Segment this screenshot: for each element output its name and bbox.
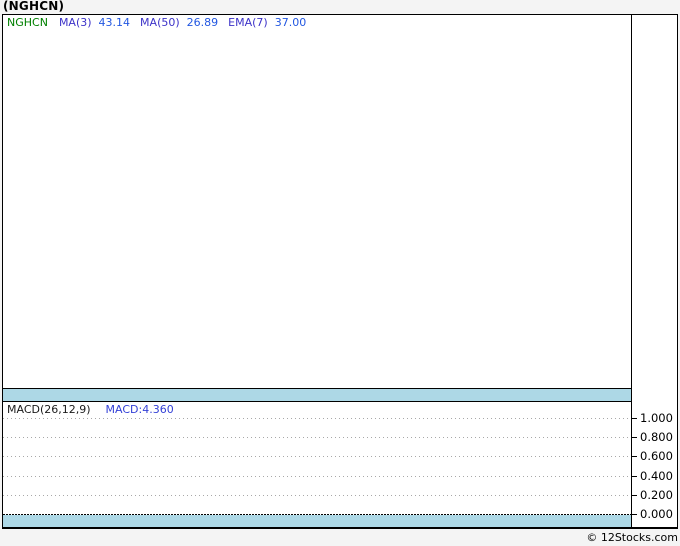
macd-bottom-band — [3, 515, 631, 527]
axis-tick-1000 — [632, 418, 637, 419]
macd-params-label: MACD(26,12,9) — [7, 403, 91, 416]
ema7-label: EMA(7) — [228, 16, 268, 29]
macd-gridline-0200 — [3, 495, 631, 496]
ma3-value: 43.14 — [98, 16, 131, 29]
price-chart-area — [3, 15, 631, 388]
axis-label: 0.400 — [640, 469, 673, 483]
chart-title: (NGHCN) — [3, 0, 65, 13]
stock-chart-page: { "title": "(NGHCN)", "main_panel": { "l… — [0, 0, 680, 546]
axis-tick-0800 — [632, 437, 637, 438]
macd-gridline-0400 — [3, 476, 631, 477]
axis-tick-0000 — [632, 514, 637, 515]
axis-tick-0400 — [632, 476, 637, 477]
chart-container: NGHCN MA(3) 43.14 MA(50) 26.89 EMA(7) 37.00 MA… — [2, 14, 678, 529]
axis-tick-0600 — [632, 456, 637, 457]
y-axis-divider — [631, 15, 632, 527]
axis-label: 0.600 — [640, 449, 673, 463]
separator-band — [3, 389, 631, 401]
axis-label: 0.200 — [640, 488, 673, 502]
macd-gridline-0800 — [3, 437, 631, 438]
ma50-label: MA(50) — [140, 16, 180, 29]
ema7-value: 37.00 — [274, 16, 307, 29]
ma50-value: 26.89 — [186, 16, 219, 29]
macd-value-label: MACD:4.360 — [105, 403, 174, 416]
copyright-text: © 12Stocks.com — [586, 531, 678, 544]
macd-gridline-1000 — [3, 418, 631, 419]
macd-chart-area — [3, 402, 631, 527]
axis-label: 0.800 — [640, 430, 673, 444]
macd-legend: MACD(26,12,9) MACD:4.360 — [7, 403, 174, 416]
macd-gridline-0600 — [3, 456, 631, 457]
axis-tick-0200 — [632, 495, 637, 496]
symbol-label: NGHCN — [7, 16, 48, 29]
price-legend: NGHCN MA(3) 43.14 MA(50) 26.89 EMA(7) 37.00 — [7, 16, 316, 29]
ma3-label: MA(3) — [58, 16, 92, 29]
axis-label: 0.000 — [640, 507, 673, 521]
axis-label: 1.000 — [640, 411, 673, 425]
